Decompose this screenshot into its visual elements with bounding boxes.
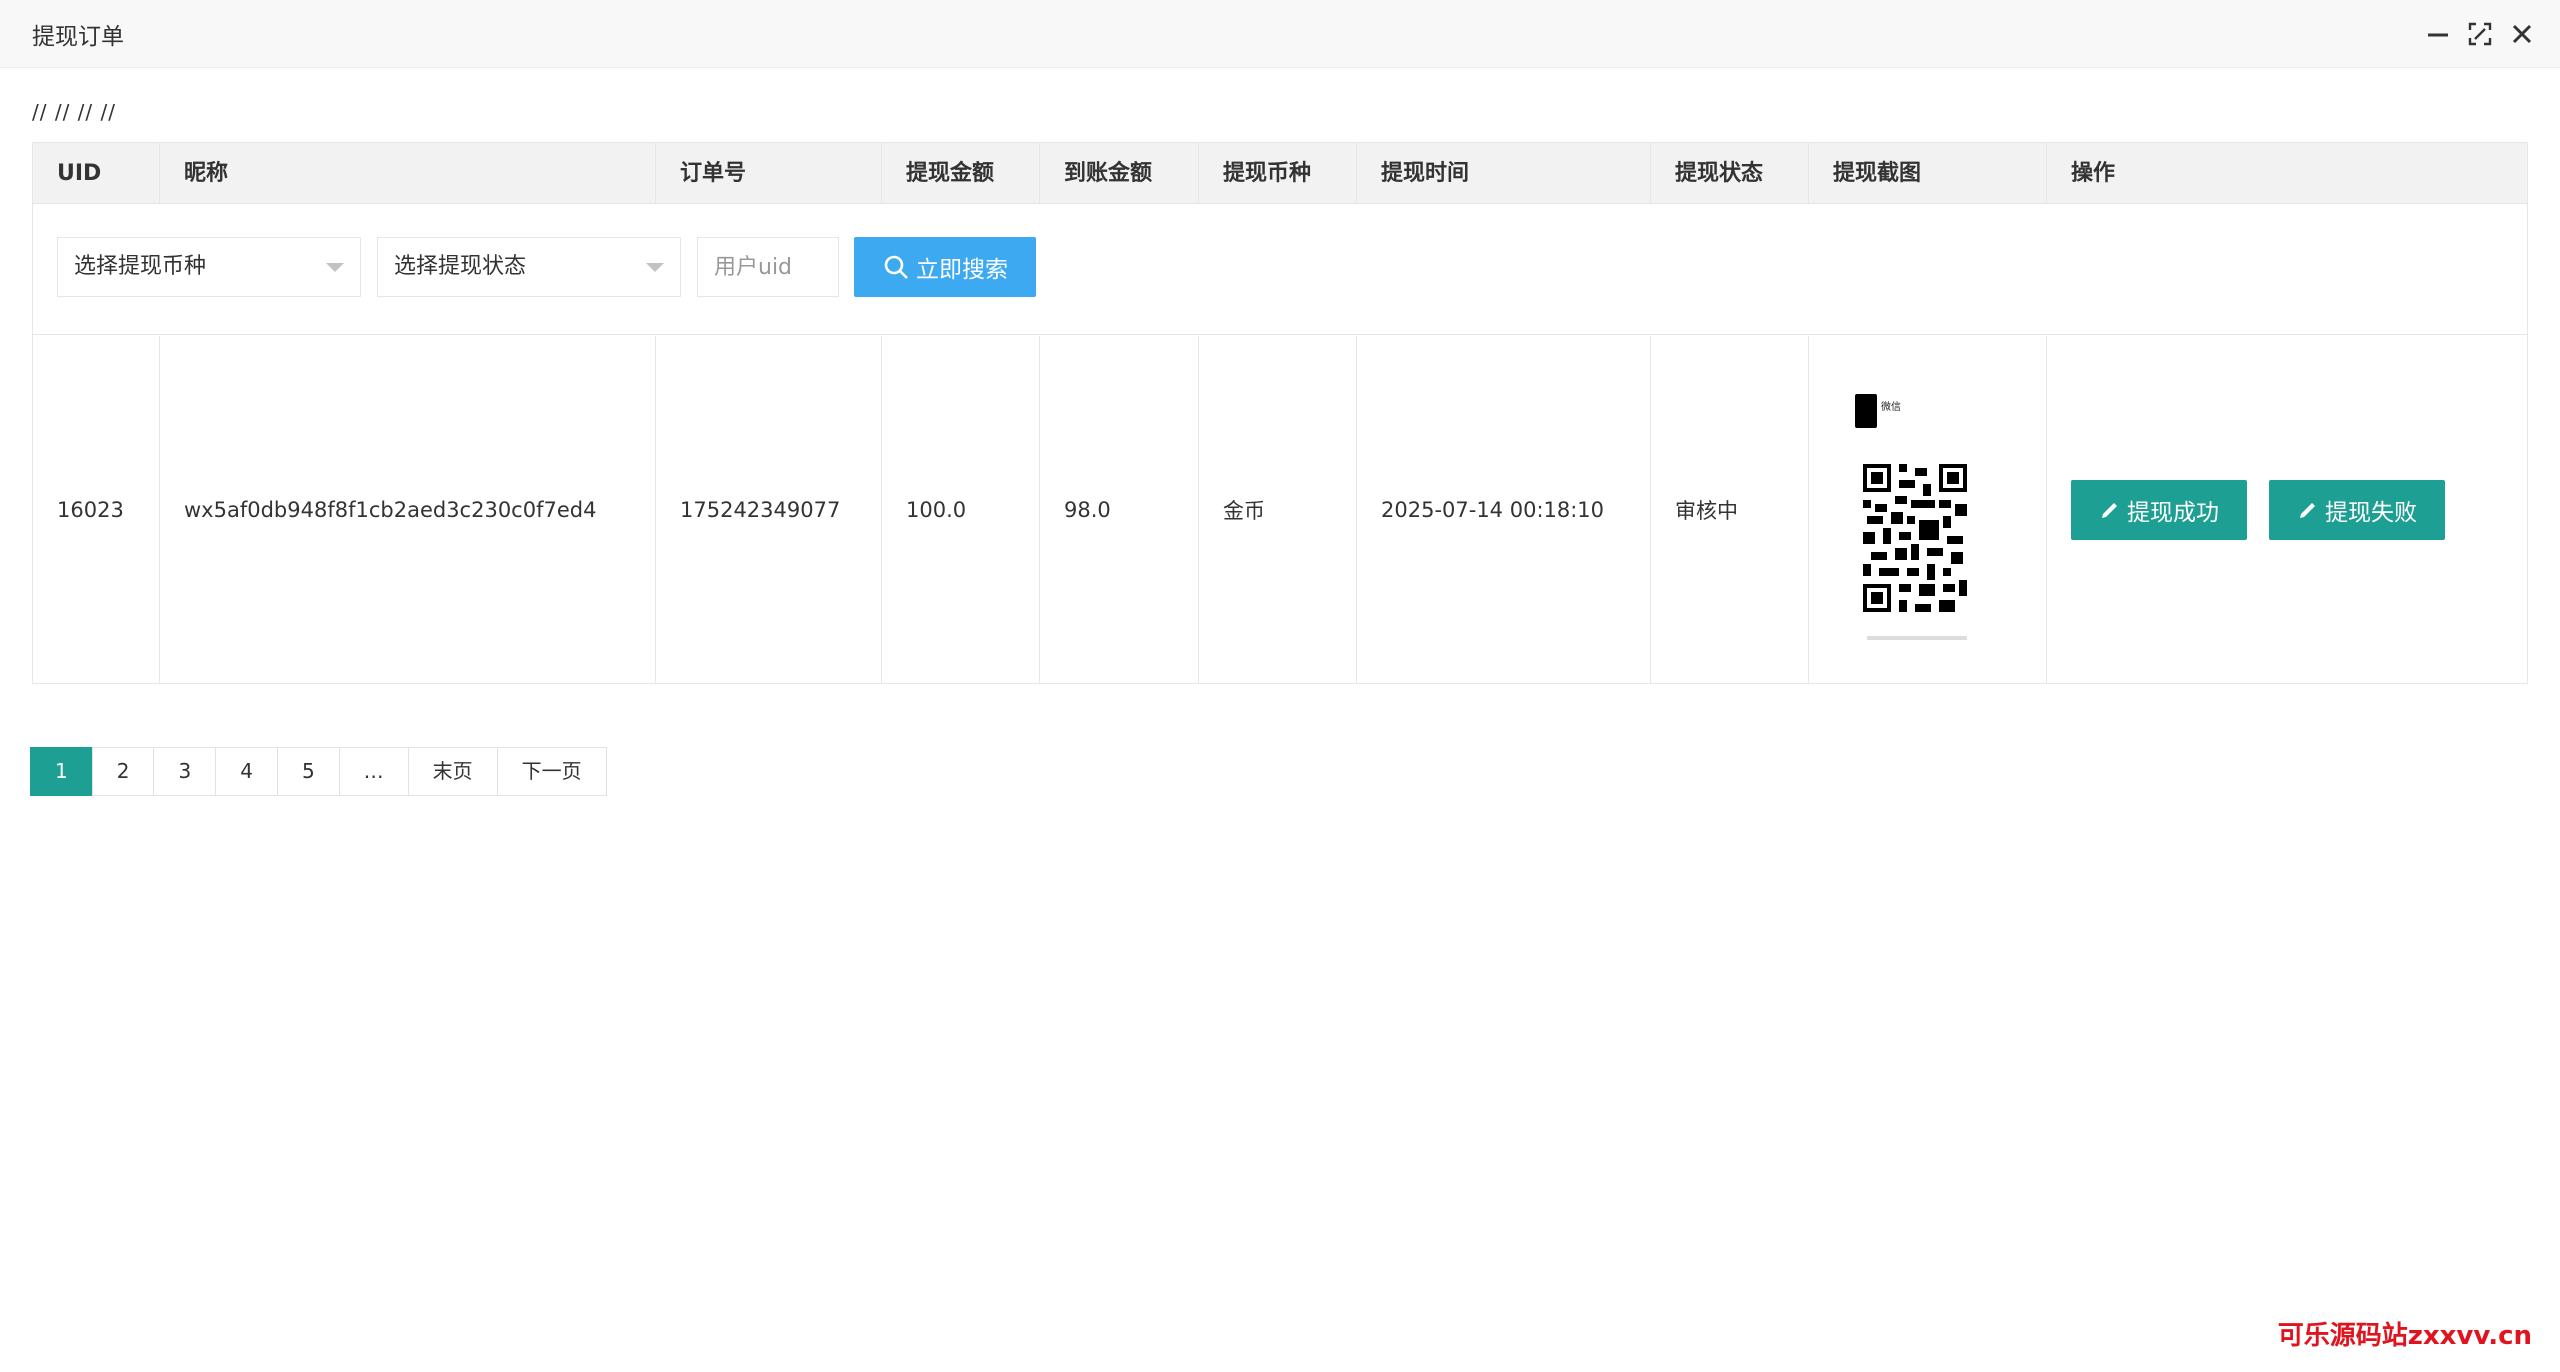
cell-amount: 100.0 [882,336,1040,683]
cell-nickname: wx5af0db948f8f1cb2aed3c230c0f7ed4 [160,336,656,683]
edit-icon [2300,502,2315,518]
currency-select-value: 选择提现币种 [74,254,207,279]
currency-select[interactable]: 选择提现币种 [57,237,361,297]
page-next[interactable]: 下一页 [496,747,607,796]
close-icon[interactable] [2508,20,2536,48]
col-currency: 提现币种 [1199,143,1357,204]
col-screenshot: 提现截图 [1809,143,2047,204]
cell-actions: 提现成功 提现失败 [2047,336,2527,683]
breadcrumb: // // // // [32,100,116,124]
search-button[interactable]: 立即搜索 [854,237,1036,297]
qr-code-icon [1863,463,1967,612]
cell-time: 2025-07-14 00:18:10 [1357,336,1651,683]
window-title: 提现订单 [32,24,124,50]
chevron-down-icon [326,263,344,272]
approve-withdraw-button[interactable]: 提现成功 [2071,479,2247,540]
chevron-down-icon [646,263,664,272]
page-2[interactable]: 2 [91,747,155,796]
page-3[interactable]: 3 [153,747,217,796]
cell-received: 98.0 [1040,336,1199,683]
table-row: 16023 wx5af0db948f8f1cb2aed3c230c0f7ed4 … [33,336,2527,683]
cell-order-no: 175242349077 [656,336,882,683]
maximize-icon[interactable] [2466,20,2494,48]
page-ellipsis: … [338,747,409,796]
col-status: 提现状态 [1651,143,1809,204]
reject-withdraw-label: 提现失败 [2325,499,2417,526]
col-nickname: 昵称 [160,143,656,204]
cell-screenshot: 微信 [1809,336,2047,683]
watermark: 可乐源码站zxxvv.cn [2277,1321,2532,1351]
search-button-label: 立即搜索 [916,257,1008,283]
minimize-icon[interactable] [2424,20,2452,48]
col-received: 到账金额 [1040,143,1199,204]
approve-withdraw-label: 提现成功 [2127,499,2219,526]
col-time: 提现时间 [1357,143,1651,204]
screenshot-label: 微信 [1881,401,1901,413]
page-1[interactable]: 1 [30,747,93,796]
status-select[interactable]: 选择提现状态 [377,237,681,297]
page-5[interactable]: 5 [276,747,340,796]
withdraw-qr-screenshot[interactable]: 微信 [1833,369,1973,650]
uid-input[interactable] [697,237,839,297]
col-uid: UID [33,143,160,204]
col-amount: 提现金额 [882,143,1040,204]
page-last[interactable]: 末页 [407,747,498,796]
cell-status: 审核中 [1651,336,1809,683]
page-4[interactable]: 4 [215,747,278,796]
status-select-value: 选择提现状态 [394,254,527,279]
pagination: 1 2 3 4 5 … 末页 下一页 [30,747,607,796]
search-icon [884,255,908,279]
edit-icon [2102,502,2117,518]
order-table: UID 昵称 订单号 提现金额 到账金额 提现币种 提现时间 提现状态 提现截图… [32,142,2528,684]
cell-uid: 16023 [33,336,160,683]
filter-toolbar: 选择提现币种 选择提现状态 立即搜索 [33,205,2527,335]
window-titlebar: 提现订单 [0,0,2560,68]
col-order-no: 订单号 [656,143,882,204]
cell-currency: 金币 [1199,336,1357,683]
reject-withdraw-button[interactable]: 提现失败 [2269,479,2445,540]
table-header: UID 昵称 订单号 提现金额 到账金额 提现币种 提现时间 提现状态 提现截图… [33,143,2527,204]
col-actions: 操作 [2071,161,2116,186]
